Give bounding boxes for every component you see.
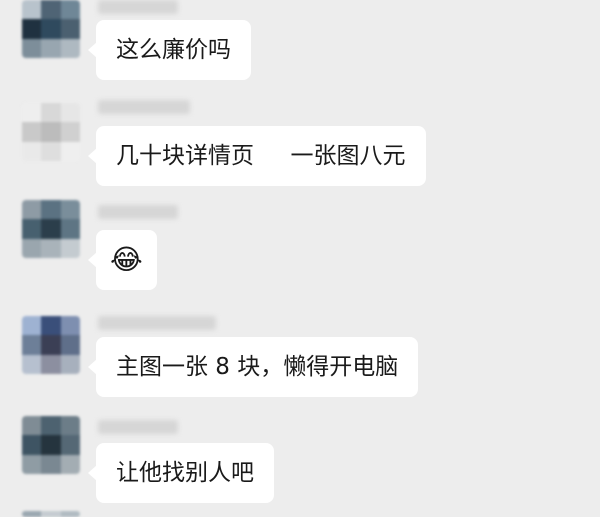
avatar-tile: [60, 435, 80, 455]
avatar-tile: [22, 511, 42, 517]
laughing-tears-emoji: 😂: [110, 243, 143, 276]
avatar[interactable]: [22, 103, 80, 161]
sender-name-blurred: [98, 205, 178, 219]
message-bubble[interactable]: 主图一张 8 块，懒得开电脑: [87, 337, 419, 397]
avatar-tile: [22, 219, 42, 239]
avatar-tile: [60, 141, 80, 161]
avatar-tile: [41, 511, 61, 517]
message-text: 主图一张 8 块，懒得开电脑: [116, 354, 399, 380]
avatar-tile: [41, 454, 61, 474]
message-bubble[interactable]: 这么廉价吗: [88, 20, 251, 80]
avatar-tile: [22, 316, 42, 336]
avatar-tile: [41, 0, 61, 20]
avatar-tile: [41, 354, 61, 374]
avatar-tile: [60, 19, 80, 39]
avatar-tile: [41, 103, 61, 123]
avatar-tile: [41, 19, 61, 39]
avatar-tile: [22, 0, 42, 20]
sender-name-blurred: [98, 100, 190, 114]
chat-thread[interactable]: 这么廉价吗 几十块详情页 一张图八元 😂 主图一张 8 块，懒得开电脑 让他找别…: [0, 0, 600, 517]
message-bubble[interactable]: 😂: [88, 230, 157, 290]
avatar-tile: [22, 416, 42, 436]
avatar-tile: [41, 38, 61, 58]
avatar-tile: [41, 219, 61, 239]
avatar-tile: [41, 335, 61, 355]
avatar-tile: [22, 141, 42, 161]
avatar-tile: [60, 335, 80, 355]
message-bubble[interactable]: 几十块详情页 一张图八元: [88, 126, 426, 186]
message-bubble[interactable]: 让他找别人吧: [88, 443, 274, 503]
avatar-tile: [22, 238, 42, 258]
avatar[interactable]: [22, 416, 80, 474]
avatar-tile: [22, 454, 42, 474]
sender-name-blurred: [98, 0, 178, 14]
avatar-tile: [60, 454, 80, 474]
avatar-tile: [60, 316, 80, 336]
avatar-tile: [41, 141, 61, 161]
sender-name-blurred: [98, 420, 178, 434]
sender-name-blurred: [98, 316, 216, 330]
avatar-tile: [41, 238, 61, 258]
avatar-tile: [22, 354, 42, 374]
message-text: 这么廉价吗: [116, 37, 231, 63]
avatar-tile: [22, 435, 42, 455]
avatar-tile: [60, 511, 80, 517]
avatar-tile: [22, 335, 42, 355]
avatar-tile: [22, 38, 42, 58]
avatar[interactable]: [22, 316, 80, 374]
avatar[interactable]: [22, 0, 80, 58]
avatar-tile: [60, 354, 80, 374]
avatar-tile: [41, 435, 61, 455]
avatar[interactable]: [22, 200, 80, 258]
avatar-tile: [22, 103, 42, 123]
avatar-tile: [60, 122, 80, 142]
avatar-tile: [22, 200, 42, 220]
avatar-partial[interactable]: [22, 511, 80, 517]
avatar-tile: [60, 103, 80, 123]
avatar-tile: [22, 19, 42, 39]
avatar-tile: [41, 200, 61, 220]
avatar-tile: [60, 200, 80, 220]
avatar-tile: [60, 0, 80, 20]
avatar-tile: [60, 238, 80, 258]
avatar-tile: [41, 316, 61, 336]
message-text: 几十块详情页 一张图八元: [116, 143, 406, 169]
avatar-tile: [60, 219, 80, 239]
avatar-tile: [41, 416, 61, 436]
avatar-tile: [41, 122, 61, 142]
avatar-tile: [60, 38, 80, 58]
message-text: 让他找别人吧: [116, 460, 254, 486]
avatar-tile: [60, 416, 80, 436]
avatar-tile: [22, 122, 42, 142]
